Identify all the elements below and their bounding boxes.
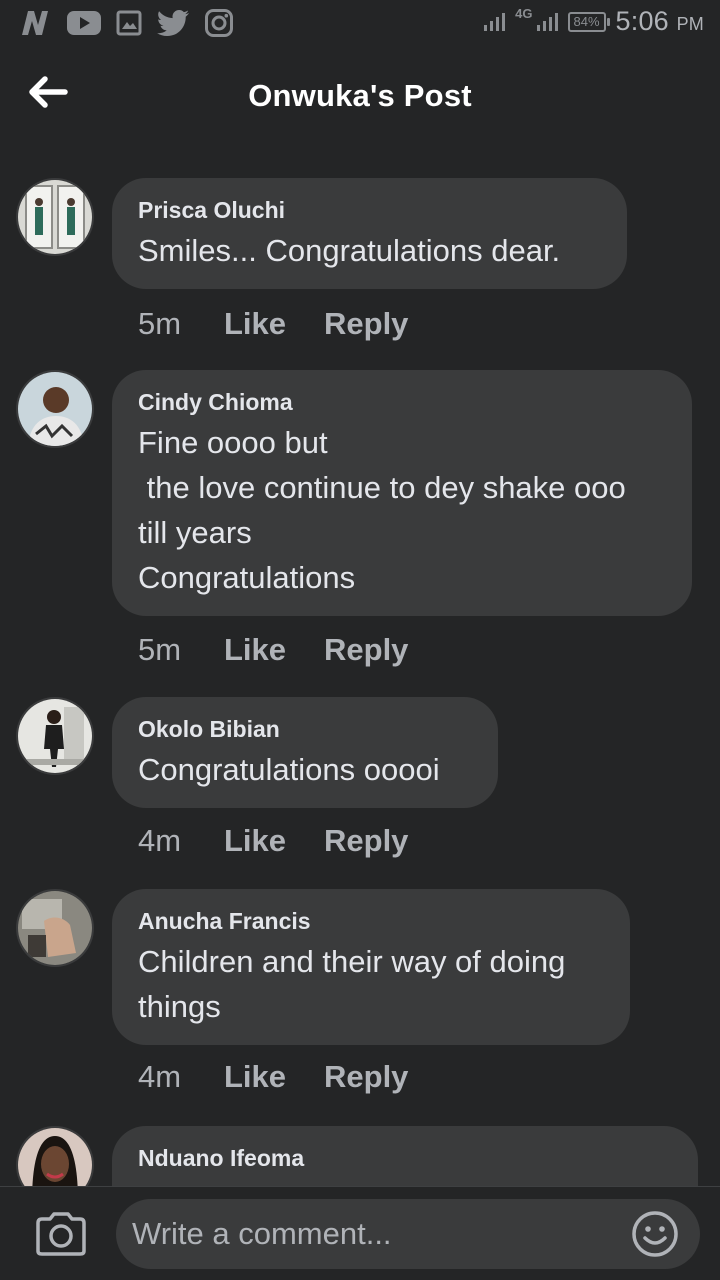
reply-button[interactable]: Reply	[324, 1059, 408, 1095]
comment-timestamp: 5m	[138, 632, 182, 667]
signal-strength-icon	[484, 12, 506, 31]
comment-actions: 4m Like Reply	[138, 1059, 408, 1095]
n-app-icon	[18, 8, 52, 38]
reply-button[interactable]: Reply	[324, 632, 408, 668]
clock-time: 5:06	[615, 6, 669, 36]
comment-bubble[interactable]: Cindy Chioma Fine oooo but the love cont…	[112, 370, 692, 616]
like-button[interactable]: Like	[224, 632, 324, 668]
comment-text: Children and their way of doing things	[138, 944, 566, 1024]
comment-text: Congratulations ooooi	[138, 752, 440, 787]
gallery-icon	[116, 10, 142, 36]
page-title: Onwuka's Post	[248, 78, 472, 113]
comment-author[interactable]: Okolo Bibian	[138, 715, 472, 743]
battery-indicator: 84%	[567, 11, 610, 32]
camera-button[interactable]	[34, 1211, 88, 1257]
avatar[interactable]	[16, 889, 94, 967]
comment-bubble[interactable]: Prisca Oluchi Smiles... Congratulations …	[112, 178, 627, 289]
smiley-icon	[632, 1211, 678, 1257]
comment-timestamp: 4m	[138, 1059, 182, 1094]
clock-suffix: PM	[676, 14, 704, 34]
like-button[interactable]: Like	[224, 306, 324, 342]
status-bar: 4G 84% 5:06 PM	[0, 0, 720, 50]
emoji-button[interactable]	[630, 1209, 680, 1259]
network-type-label: 4G	[515, 6, 533, 21]
comment-composer	[0, 1186, 720, 1280]
comment-timestamp: 5m	[138, 306, 182, 341]
reply-button[interactable]: Reply	[324, 306, 408, 342]
comment-input[interactable]	[116, 1199, 700, 1269]
avatar[interactable]	[16, 178, 94, 256]
clock: 5:06 PM	[616, 6, 704, 37]
avatar[interactable]	[16, 697, 94, 775]
comment-author[interactable]: Prisca Oluchi	[138, 196, 601, 224]
comment-text: Fine oooo but the love continue to dey s…	[138, 425, 626, 595]
comment-bubble[interactable]: Okolo Bibian Congratulations ooooi	[112, 697, 498, 808]
comment-actions: 5m Like Reply	[138, 306, 408, 342]
like-button[interactable]: Like	[224, 823, 324, 859]
comment-author[interactable]: Cindy Chioma	[138, 388, 666, 416]
comment-text: Smiles... Congratulations dear.	[138, 233, 561, 268]
screen: 4G 84% 5:06 PM Onwuka's Post Prisca Oluc…	[0, 0, 720, 1280]
comment-actions: 5m Like Reply	[138, 632, 408, 668]
comment-author[interactable]: Nduano Ifeoma	[138, 1144, 672, 1172]
comment-timestamp: 4m	[138, 823, 182, 858]
instagram-icon	[204, 8, 234, 38]
like-button[interactable]: Like	[224, 1059, 324, 1095]
youtube-icon	[66, 9, 102, 37]
reply-button[interactable]: Reply	[324, 823, 408, 859]
notification-icons	[18, 8, 234, 38]
system-indicators: 4G 84% 5:06 PM	[484, 6, 704, 37]
camera-icon	[36, 1212, 86, 1256]
top-app-bar: Onwuka's Post	[0, 58, 720, 138]
comment-author[interactable]: Anucha Francis	[138, 907, 604, 935]
comment-actions: 4m Like Reply	[138, 823, 408, 859]
twitter-icon	[156, 9, 190, 37]
comment-bubble[interactable]: Anucha Francis Children and their way of…	[112, 889, 630, 1045]
avatar[interactable]	[16, 370, 94, 448]
signal-strength-icon-2	[536, 12, 558, 31]
